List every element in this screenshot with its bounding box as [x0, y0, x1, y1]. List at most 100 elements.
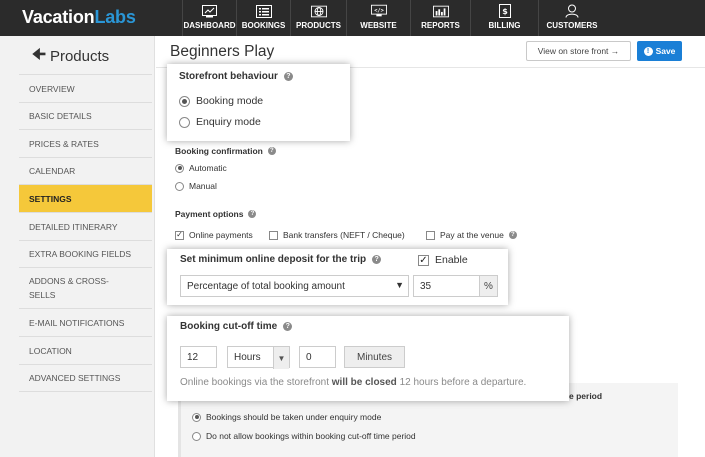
nav-customers[interactable]: CUSTOMERS	[538, 0, 605, 36]
view-on-store-front-button[interactable]: View on store front →	[526, 41, 631, 61]
payment-at-venue-option[interactable]: Pay at the venue?	[426, 230, 517, 240]
option-label: Pay at the venue	[440, 230, 504, 240]
help-icon[interactable]: ?	[508, 231, 517, 239]
option-label: Online payments	[189, 230, 253, 240]
radio-button[interactable]	[192, 431, 201, 441]
payment-bank-transfer-option[interactable]: Bank transfers (NEFT / Cheque)	[269, 230, 405, 240]
save-label: Save	[655, 46, 676, 56]
note-text: Online bookings via the storefront	[180, 377, 332, 388]
sidebar-item-calendar[interactable]: CALENDAR	[19, 158, 152, 185]
sidebar-item-label: EXTRA BOOKING FIELDS	[29, 249, 132, 259]
option-label: Bank transfers (NEFT / Cheque)	[283, 230, 405, 240]
select-value: Percentage of total booking amount	[187, 280, 345, 292]
note-emphasis: will be closed	[331, 377, 397, 388]
storefront-behaviour-card: Storefront behaviour? Booking mode Enqui…	[167, 64, 350, 141]
help-icon[interactable]: ?	[283, 72, 293, 81]
minutes-addon: Minutes	[344, 346, 405, 368]
sidebar-menu: OVERVIEW BASIC DETAILS PRICES & RATES CA…	[19, 74, 152, 392]
chevron-down-icon: ▼	[273, 347, 289, 369]
input-value: 0	[306, 351, 312, 363]
cutoff-enquiry-mode-option[interactable]: Bookings should be taken under enquiry m…	[192, 412, 381, 422]
sidebar-item-detailed-itinerary[interactable]: DETAILED ITINERARY	[19, 213, 152, 241]
sidebar-item-label: DETAILED ITINERARY	[29, 221, 118, 232]
nav-label: CUSTOMERS	[546, 21, 598, 30]
brand-name-part1: Vacation	[22, 7, 95, 27]
code-icon: </>	[370, 4, 387, 18]
svg-text:</>: </>	[374, 8, 384, 14]
checkbox[interactable]: ✓	[418, 254, 429, 266]
sidebar-item-basic-details[interactable]: BASIC DETAILS	[19, 103, 152, 130]
nav-dashboard[interactable]: DASHBOARD	[182, 0, 236, 36]
sidebar-item-advanced-settings[interactable]: ADVANCED SETTINGS	[19, 365, 152, 392]
cutoff-unit-select[interactable]: Hours ▼	[227, 346, 290, 369]
option-label: Do not allow bookings within booking cut…	[206, 431, 416, 441]
booking-confirmation-label: Booking confirmation?	[175, 146, 276, 156]
nav-bookings[interactable]: BOOKINGS	[236, 0, 290, 36]
option-label: Bookings should be taken under enquiry m…	[206, 412, 382, 422]
brand-logo[interactable]: VacationLabs	[22, 7, 136, 28]
svg-text:$: $	[502, 7, 508, 16]
globe-icon	[310, 4, 327, 18]
checkbox[interactable]: ✓	[175, 230, 184, 240]
help-icon[interactable]: ?	[267, 147, 276, 155]
nav-website[interactable]: </> WEBSITE	[346, 0, 410, 36]
sidebar-item-label: E-MAIL NOTIFICATIONS	[29, 317, 125, 328]
booking-cutoff-card: Booking cut-off time? 12 Hours ▼ 0 Minute…	[167, 316, 569, 401]
enquiry-mode-option[interactable]: Enquiry mode	[179, 116, 261, 128]
sidebar-item-label: LOCATION	[29, 345, 72, 356]
radio-button[interactable]	[175, 163, 184, 173]
sidebar-item-extra-booking-fields[interactable]: EXTRA BOOKING FIELDS	[19, 241, 152, 268]
nav-reports[interactable]: REPORTS	[410, 0, 470, 36]
nav-label: WEBSITE	[360, 21, 397, 30]
nav-label: BOOKINGS	[241, 21, 286, 30]
checkbox[interactable]	[269, 230, 278, 240]
payment-online-option[interactable]: ✓ Online payments	[175, 230, 253, 240]
cutoff-hours-input[interactable]: 12	[180, 346, 217, 368]
nav-label: PRODUCTS	[296, 21, 341, 30]
sidebar-item-label: BASIC DETAILS	[29, 111, 92, 121]
deposit-enable-checkbox[interactable]: ✓ Enable	[418, 254, 468, 266]
brand-name-part2: Labs	[94, 7, 136, 27]
sidebar-item-label: ADDONS & CROSS-	[29, 276, 109, 286]
option-label: Enable	[435, 254, 468, 266]
sidebar-item-label: CALENDAR	[29, 166, 76, 176]
sidebar-item-location[interactable]: LOCATION	[19, 337, 152, 365]
save-button[interactable]: ! Save	[637, 41, 682, 61]
deposit-amount-input[interactable]: 35	[413, 275, 480, 297]
confirmation-automatic-option[interactable]: Automatic	[175, 163, 227, 173]
radio-button[interactable]	[179, 95, 190, 107]
confirmation-manual-option[interactable]: Manual	[175, 181, 217, 191]
cutoff-block-bookings-option[interactable]: Do not allow bookings within booking cut…	[192, 431, 416, 441]
bookings-icon	[255, 4, 272, 18]
deposit-type-select[interactable]: Percentage of total booking amount ▼	[180, 275, 409, 297]
radio-button[interactable]	[192, 412, 201, 422]
minimum-deposit-label: Set minimum online deposit for the trip?	[180, 254, 382, 265]
help-icon[interactable]: ?	[248, 210, 257, 218]
sidebar-item-addons-cross-sells[interactable]: ADDONS & CROSS- SELLS	[19, 268, 152, 309]
help-icon[interactable]: ?	[372, 255, 382, 264]
sidebar-item-email-notifications[interactable]: E-MAIL NOTIFICATIONS	[19, 309, 152, 337]
checkbox[interactable]	[426, 230, 435, 240]
radio-button[interactable]	[179, 116, 190, 128]
sidebar: 🠈 Products OVERVIEW BASIC DETAILS PRICES…	[0, 36, 155, 457]
radio-button[interactable]	[175, 181, 184, 191]
cutoff-minutes-input[interactable]: 0	[299, 346, 336, 368]
nav-billing[interactable]: $ BILLING	[470, 0, 538, 36]
info-icon: !	[643, 46, 653, 56]
chevron-down-icon: ▼	[395, 280, 404, 290]
sidebar-item-settings[interactable]: SETTINGS	[19, 185, 152, 213]
label-text: Storefront behaviour	[179, 71, 278, 82]
booking-mode-option[interactable]: Booking mode	[179, 95, 263, 107]
sidebar-item-prices-rates[interactable]: PRICES & RATES	[19, 130, 152, 158]
option-label: Booking mode	[196, 95, 264, 107]
sidebar-item-overview[interactable]: OVERVIEW	[19, 75, 152, 103]
sidebar-item-label: SELLS	[29, 290, 56, 300]
back-to-products[interactable]: 🠈 Products	[32, 44, 109, 69]
help-icon[interactable]: ?	[283, 322, 293, 331]
input-value: 12	[187, 351, 199, 363]
option-label: Automatic	[189, 163, 227, 173]
page-title: Beginners Play	[170, 43, 275, 60]
billing-icon: $	[497, 4, 513, 18]
sidebar-title: Products	[49, 48, 110, 65]
nav-products[interactable]: PRODUCTS	[290, 0, 346, 36]
